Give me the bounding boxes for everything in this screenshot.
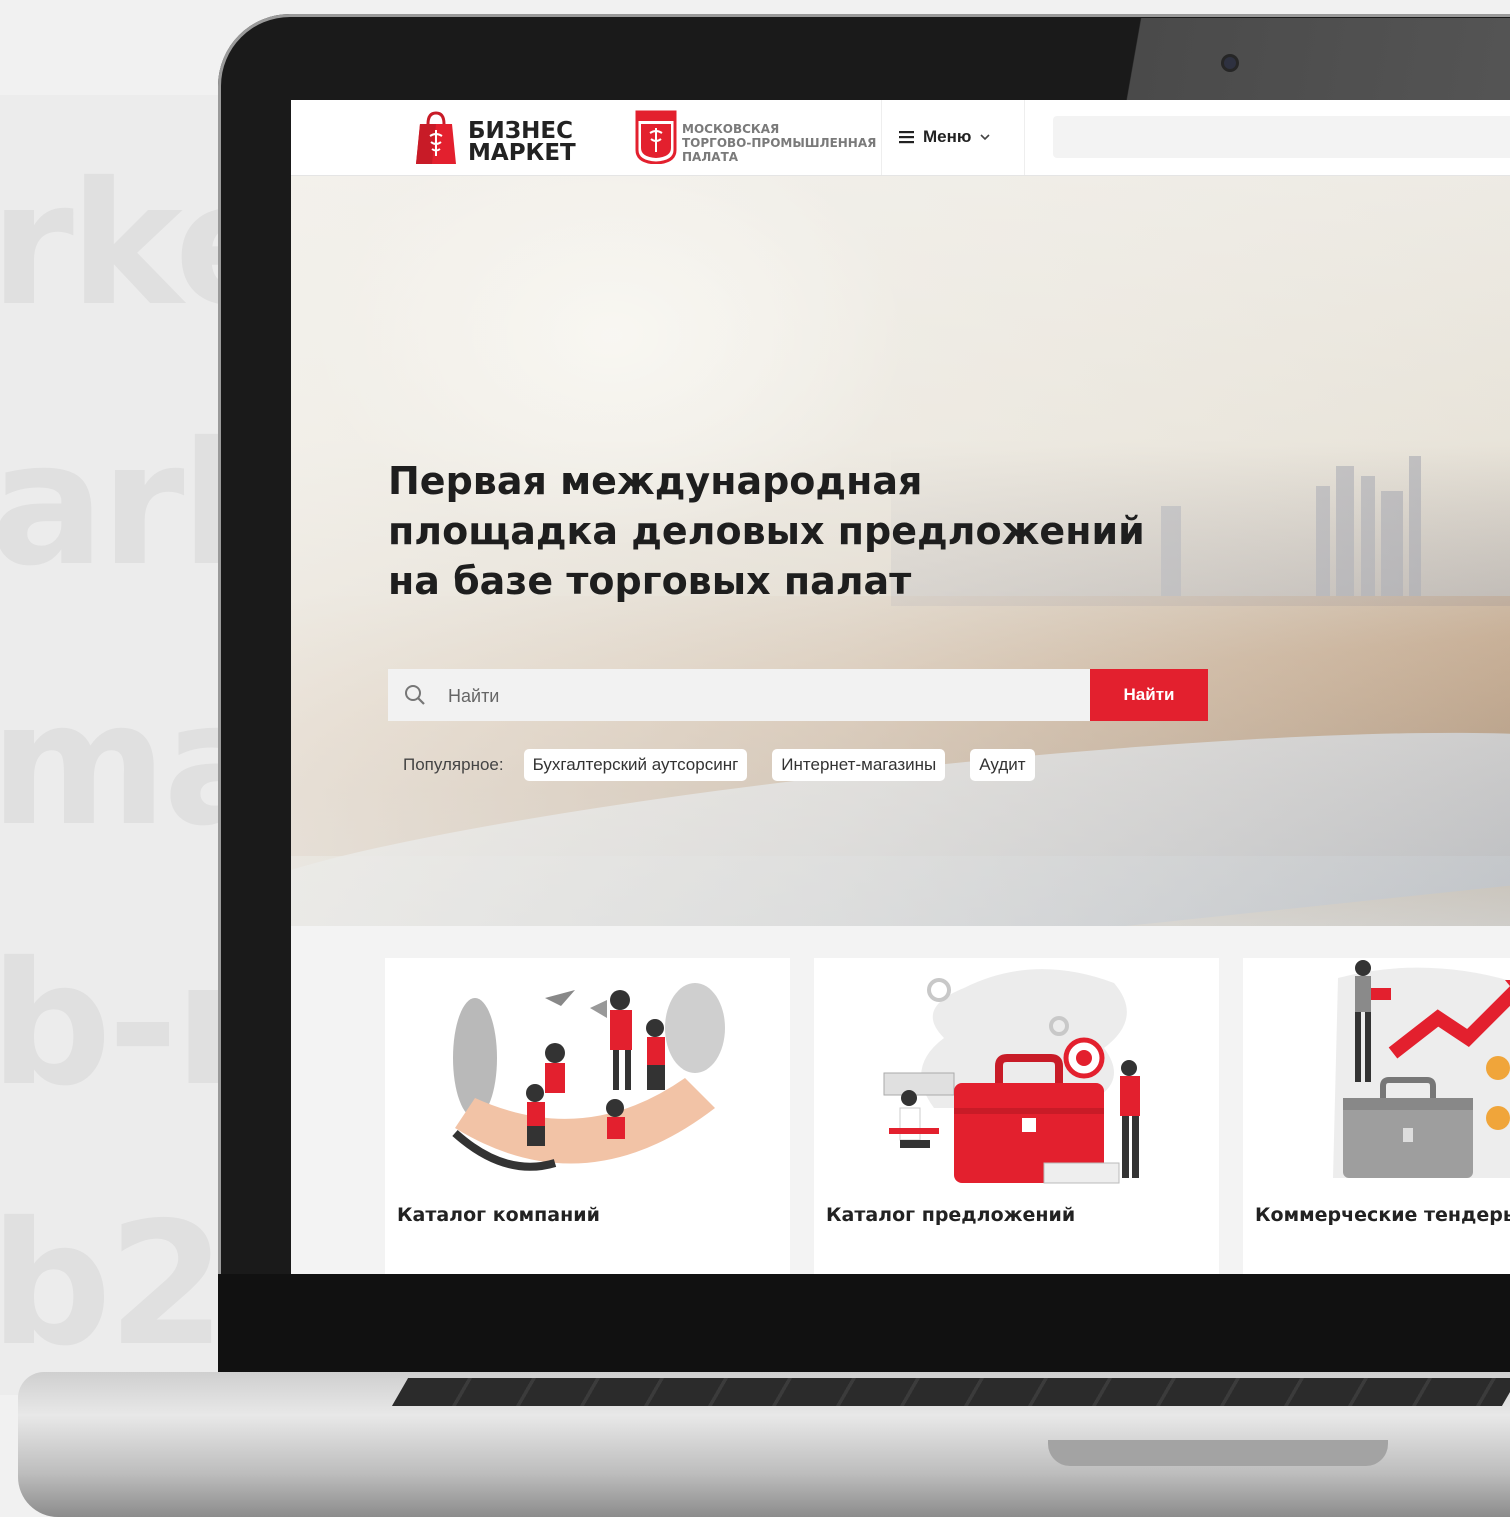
card-title: Коммерческие тендеры <box>1255 1204 1510 1226</box>
services-section: Каталог компаний Каталог предложений Ком… <box>291 926 1510 1274</box>
menu-label: Меню <box>923 127 972 146</box>
lid-glare <box>1100 18 1510 100</box>
keyboard <box>391 1378 1510 1406</box>
brand-logo-text[interactable]: БИЗНЕС МАРКЕТ <box>468 118 576 166</box>
search-icon <box>405 685 425 705</box>
popular-tags: Популярное: Бухгалтерский аутсорсинг Инт… <box>403 749 1060 781</box>
hero-banner: Первая международная площадка деловых пр… <box>291 176 1510 1019</box>
site-header: БИЗНЕС МАРКЕТ МОСКОВСКАЯ ТОРГОВО-ПРОМЫШЛ… <box>291 100 1510 176</box>
briefcase-illustration-icon <box>883 969 1140 1184</box>
card-offers-catalog[interactable]: Каталог предложений <box>814 958 1219 1274</box>
background-word: arl <box>0 406 239 604</box>
brand-line-2: МАРКЕТ <box>468 140 576 166</box>
popular-tag[interactable]: Бухгалтерский аутсорсинг <box>523 749 748 781</box>
screen-bezel <box>218 1274 1510 1384</box>
divider <box>1024 100 1025 175</box>
camera-icon <box>1224 57 1236 69</box>
divider <box>881 100 882 175</box>
partner-line-3: ПАЛАТА <box>682 150 739 164</box>
brand-line-1: БИЗНЕС <box>468 118 573 144</box>
team-illustration-icon <box>452 983 725 1171</box>
chevron-down-icon <box>980 134 990 141</box>
partner-name[interactable]: МОСКОВСКАЯ ТОРГОВО-ПРОМЫШЛЕННАЯ ПАЛАТА <box>682 122 876 164</box>
card-company-catalog[interactable]: Каталог компаний <box>385 958 790 1274</box>
card-title: Каталог компаний <box>397 1204 600 1226</box>
menu-button[interactable]: Меню <box>899 124 991 150</box>
header-search-field[interactable] <box>1053 116 1510 158</box>
partner-line-1: МОСКОВСКАЯ <box>682 122 780 136</box>
shopping-bag-logo-icon[interactable] <box>415 110 457 166</box>
search-button[interactable]: Найти <box>1090 669 1208 721</box>
popular-label: Популярное: <box>403 755 504 774</box>
hamburger-icon <box>899 131 914 144</box>
search-input[interactable] <box>446 669 1070 723</box>
popular-tag[interactable]: Интернет-магазины <box>772 749 946 781</box>
chamber-emblem-icon[interactable] <box>635 110 677 164</box>
main-search-box[interactable] <box>388 669 1090 723</box>
popular-tag[interactable]: Аудит <box>970 749 1035 781</box>
browser-viewport: БИЗНЕС МАРКЕТ МОСКОВСКАЯ ТОРГОВО-ПРОМЫШЛ… <box>291 100 1510 1274</box>
laptop-hinge <box>1048 1440 1388 1466</box>
card-title: Каталог предложений <box>826 1204 1076 1226</box>
card-commercial-tenders[interactable]: Коммерческие тендеры <box>1243 958 1510 1274</box>
partner-line-2: ТОРГОВО-ПРОМЫШЛЕННАЯ <box>682 136 877 150</box>
hero-title: Первая международная площадка деловых пр… <box>388 459 1145 603</box>
growth-chart-illustration-icon <box>1333 960 1510 1178</box>
